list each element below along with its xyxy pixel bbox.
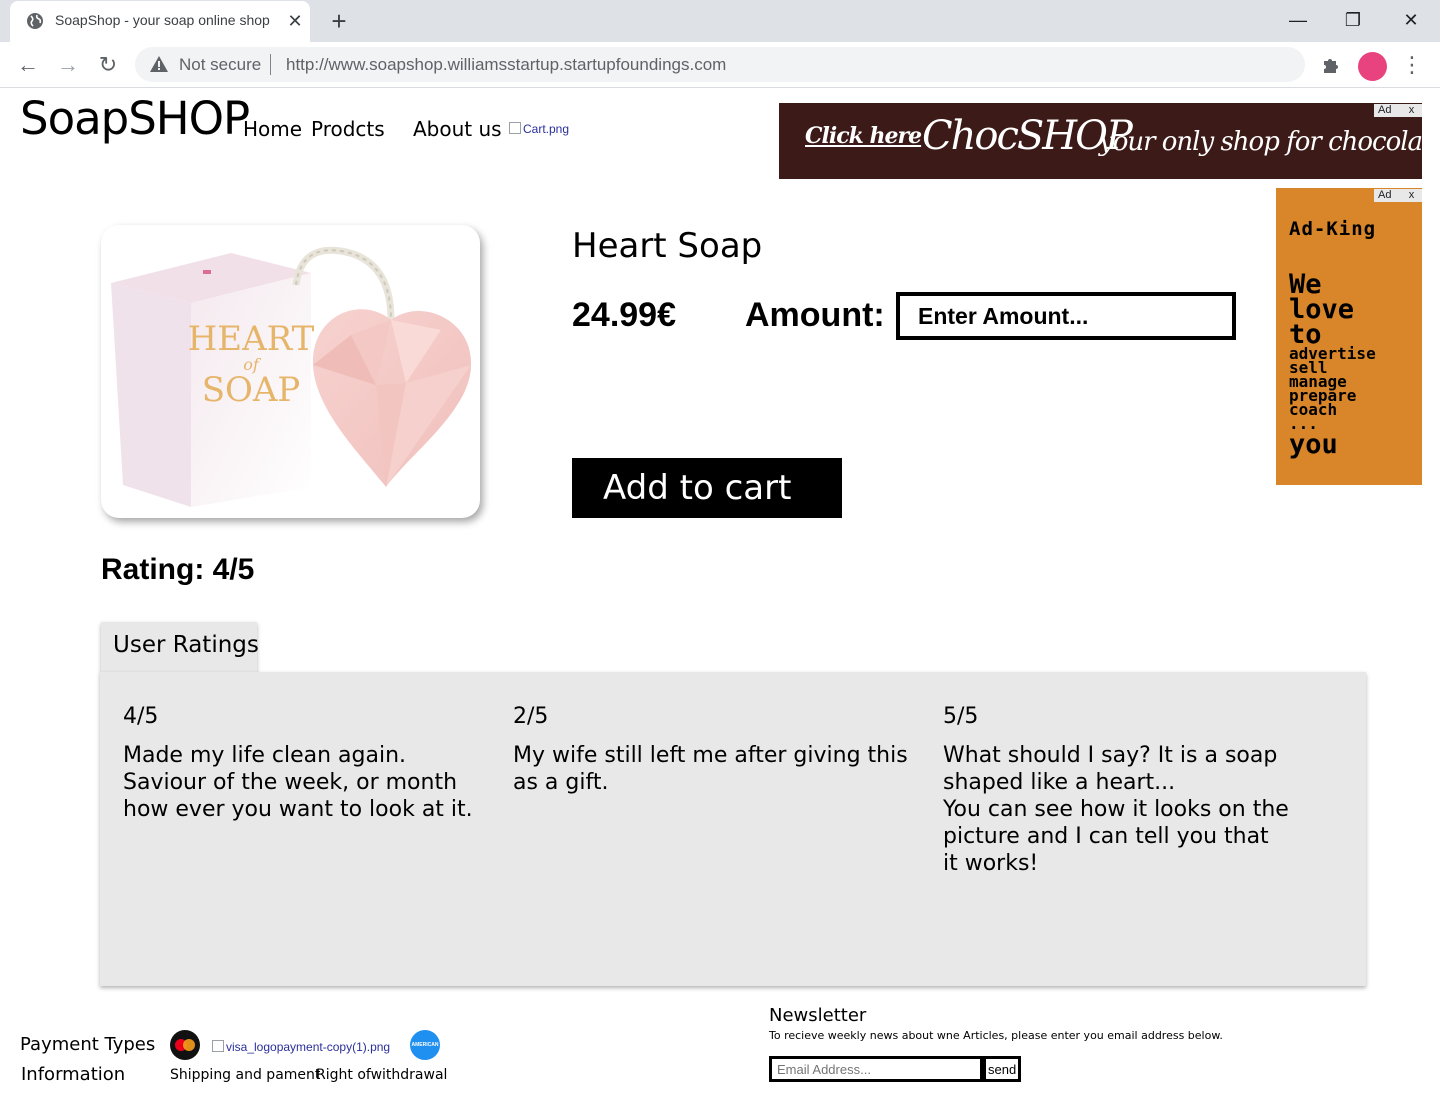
heart-soap-illustration: HEART of SOAP [111, 246, 472, 507]
mastercard-icon [170, 1030, 200, 1060]
newsletter-description: To recieve weekly news about wne Article… [769, 1029, 1223, 1042]
ad-close-icon[interactable]: x [1401, 104, 1422, 117]
newsletter-email-input[interactable] [769, 1056, 983, 1082]
review-text-line: Made my life clean again. [123, 743, 407, 768]
side-ad-title: Ad-King [1289, 218, 1377, 240]
restore-button[interactable]: ❐ [1336, 6, 1370, 34]
review-text-line: You can see how it looks on the [943, 797, 1289, 822]
chocshop-ad-banner[interactable]: Click here ChocSHOP your only shop for c… [779, 103, 1422, 179]
product-price: 24.99€ [572, 296, 676, 334]
review-item: 2/5 My wife still left me after giving t… [513, 704, 908, 796]
box-text: SOAP [202, 370, 301, 410]
address-bar[interactable]: Not secure http://www.soapshop.williamss… [135, 47, 1305, 82]
browser-tab-active[interactable]: SoapShop - your soap online shop ✕ [10, 1, 310, 42]
newsletter-send-button[interactable]: send [983, 1056, 1021, 1082]
tab-close-icon[interactable]: ✕ [284, 10, 306, 32]
ad-king-side-ad[interactable]: Ad-King We love to advertise sell manage… [1276, 188, 1422, 485]
review-text-line: as a gift. [513, 770, 609, 795]
review-text-line: picture and I can tell you that [943, 824, 1269, 849]
shipping-link[interactable]: Shipping and pament [170, 1067, 320, 1083]
tab-title: SoapShop - your soap online shop [55, 12, 270, 28]
review-text-line: My wife still left me after giving this [513, 743, 908, 768]
broken-image-icon [212, 1040, 224, 1052]
amex-icon: AMERICAN EXPRESS [410, 1030, 440, 1060]
information-link[interactable]: Information [21, 1064, 125, 1085]
site-logo[interactable]: SoapSHOP [20, 92, 250, 145]
ad-chip[interactable]: Ad [1374, 104, 1401, 117]
newsletter-title: Newsletter [769, 1005, 867, 1026]
extensions-puzzle-icon[interactable] [1320, 53, 1344, 77]
review-text-line: shaped like a heart... [943, 770, 1176, 795]
review-score: 2/5 [513, 704, 549, 729]
amount-label: Amount: [745, 296, 885, 334]
user-ratings-panel: 4/5 Made my life clean again. Saviour of… [100, 672, 1366, 986]
ad-close-icon[interactable]: x [1401, 189, 1422, 202]
not-secure-label[interactable]: Not secure [179, 55, 261, 75]
box-text: HEART [188, 319, 315, 359]
review-score: 4/5 [123, 704, 159, 729]
product-title: Heart Soap [572, 226, 763, 266]
review-item: 4/5 Made my life clean again. Saviour of… [123, 704, 473, 823]
review-text-line: it works! [943, 851, 1039, 876]
amount-input[interactable] [896, 292, 1236, 340]
add-to-cart-button[interactable]: Add to cart [572, 458, 842, 518]
profile-avatar[interactable] [1358, 52, 1387, 81]
ad-tagline: your only shop for chocolate <3 [1099, 127, 1422, 157]
ad-chip[interactable]: Ad [1374, 189, 1401, 202]
new-tab-button[interactable]: + [325, 7, 353, 35]
tab-user-ratings[interactable]: User Ratings [101, 622, 259, 672]
withdrawal-link[interactable]: Right ofwithdrawal [316, 1067, 447, 1083]
visa-image-alt: visa_logopayment-copy(1).png [226, 1040, 391, 1054]
nav-about-us[interactable]: About us [413, 117, 502, 141]
address-divider [270, 54, 271, 75]
globe-icon [27, 13, 43, 29]
forward-button[interactable]: → [54, 51, 82, 79]
browser-toolbar: ← → ↻ Not secure http://www.soapshop.wil… [0, 42, 1440, 88]
reload-button[interactable]: ↻ [94, 51, 122, 79]
cart-image-alt: Cart.png [523, 122, 570, 136]
minimize-button[interactable]: — [1281, 6, 1315, 34]
review-text-line: What should I say? It is a soap [943, 743, 1278, 768]
window-close-button[interactable]: ✕ [1394, 6, 1428, 34]
warning-icon [150, 56, 168, 72]
payment-types-heading: Payment Types [20, 1034, 156, 1055]
ad-click-here[interactable]: Click here [805, 123, 922, 149]
broken-image-icon [509, 122, 521, 134]
nav-home[interactable]: Home [243, 117, 302, 141]
review-item: 5/5 What should I say? It is a soap shap… [943, 704, 1289, 877]
product-rating: Rating: 4/5 [101, 553, 255, 586]
browser-menu-icon[interactable]: ⋮ [1400, 51, 1424, 79]
side-ad-line: you [1289, 429, 1338, 460]
nav-products[interactable]: Prodcts [311, 117, 385, 141]
review-score: 5/5 [943, 704, 979, 729]
review-text-line: how ever you want to look at it. [123, 797, 473, 822]
back-button[interactable]: ← [14, 51, 42, 79]
review-text-line: Saviour of the week, or month [123, 770, 458, 795]
cart-link[interactable]: Cart.png [509, 122, 569, 136]
browser-tab-strip: SoapShop - your soap online shop ✕ + — ❐… [0, 0, 1440, 42]
url-text[interactable]: http://www.soapshop.williamsstartup.star… [286, 55, 726, 75]
visa-logo-image: visa_logopayment-copy(1).png [212, 1040, 390, 1054]
product-image: HEART of SOAP [101, 225, 480, 518]
